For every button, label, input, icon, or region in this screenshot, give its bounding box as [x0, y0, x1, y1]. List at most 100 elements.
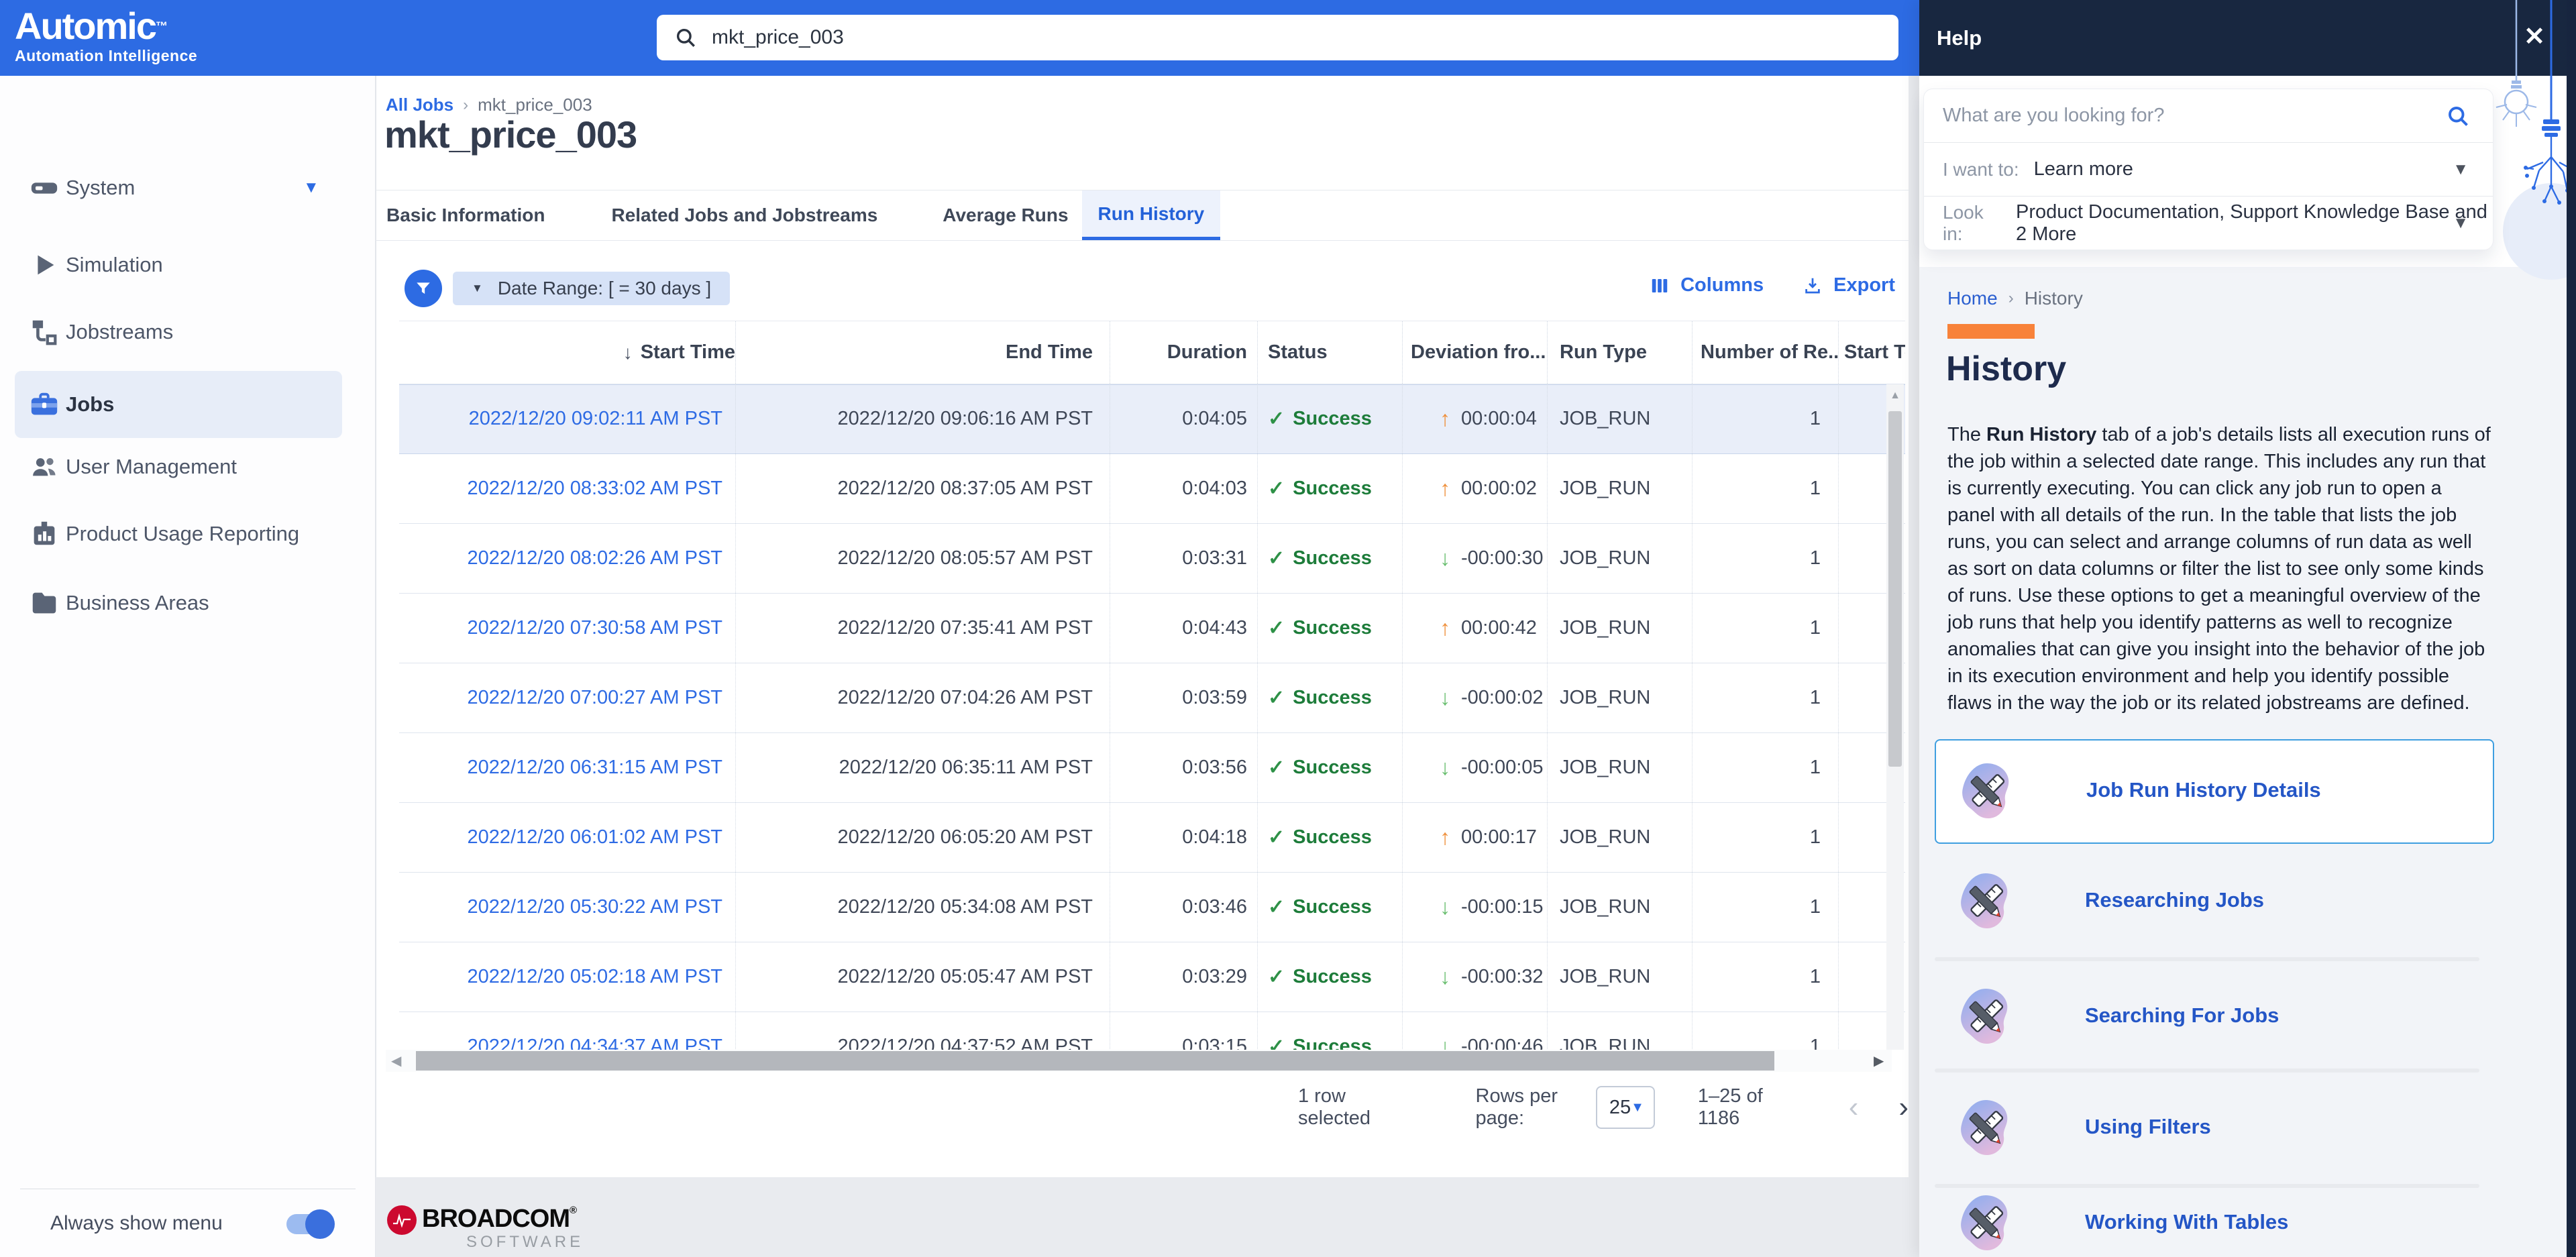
help-breadcrumb-home-link[interactable]: Home	[1947, 288, 1998, 309]
sidebar-item-system[interactable]: System ▼	[0, 154, 376, 221]
filter-chip-label: Date Range: [ = 30 days ]	[498, 278, 711, 299]
registered-symbol: ®	[570, 1205, 576, 1216]
table-row[interactable]: 2022/12/20 07:30:58 AM PST 2022/12/20 07…	[399, 594, 1905, 663]
run-deviation: ↓-00:00:05	[1403, 733, 1548, 802]
users-icon	[25, 448, 63, 486]
sidebar-item-simulation[interactable]: Simulation	[0, 231, 376, 298]
sidebar-item-business-areas[interactable]: Business Areas	[0, 569, 376, 637]
help-link-label[interactable]: Working With Tables	[2085, 1210, 2288, 1234]
horizontal-scrollbar-thumb[interactable]	[416, 1051, 1774, 1071]
global-search[interactable]	[657, 15, 1898, 60]
run-start-time-link[interactable]: 2022/12/20 06:01:02 AM PST	[468, 826, 723, 849]
column-header-duration[interactable]: Duration	[1110, 321, 1258, 384]
help-panel-title: Help	[1937, 26, 1982, 50]
tab-run-history[interactable]: Run History	[1082, 190, 1221, 240]
table-row[interactable]: 2022/12/20 06:01:02 AM PST 2022/12/20 06…	[399, 803, 1905, 873]
table-row[interactable]: 2022/12/20 07:00:27 AM PST 2022/12/20 07…	[399, 663, 1905, 733]
previous-page-button[interactable]: ‹	[1849, 1091, 1859, 1124]
column-header-run-type[interactable]: Run Type	[1548, 321, 1693, 384]
success-check-icon: ✓	[1268, 756, 1285, 779]
help-link-item[interactable]: Job Run History Details	[1935, 739, 2494, 844]
sidebar-item-user-management[interactable]: User Management	[0, 433, 376, 500]
table-row[interactable]: 2022/12/20 08:02:26 AM PST 2022/12/20 08…	[399, 524, 1905, 594]
help-want-dropdown[interactable]: I want to: Learn more ▼	[1924, 143, 2493, 197]
help-link-item[interactable]: Working With Tables	[1935, 1190, 2494, 1257]
run-duration: 0:04:18	[1110, 803, 1258, 872]
run-deviation: ↓-00:00:02	[1403, 663, 1548, 732]
export-button[interactable]: Export	[1803, 274, 1895, 296]
global-search-input[interactable]	[712, 26, 1785, 49]
help-scrollbar-track[interactable]	[2567, 0, 2576, 1257]
sidebar-item-label: Simulation	[66, 253, 163, 277]
help-search-card: I want to: Learn more ▼ Look in: Product…	[1923, 89, 2493, 250]
tab-basic-information[interactable]: Basic Information	[386, 190, 545, 240]
column-header-status[interactable]: Status	[1258, 321, 1403, 384]
sidebar-item-jobstreams[interactable]: Jobstreams	[0, 298, 376, 366]
run-start-time-link[interactable]: 2022/12/20 08:02:26 AM PST	[468, 547, 723, 569]
rows-per-page-select[interactable]: 25 ▼	[1596, 1086, 1655, 1129]
always-show-menu-toggle[interactable]	[286, 1214, 331, 1234]
column-header-start-time[interactable]: ↓Start Time	[399, 321, 736, 384]
next-page-button[interactable]: ›	[1898, 1091, 1909, 1124]
run-start-time-link[interactable]: 2022/12/20 09:02:11 AM PST	[469, 408, 722, 430]
search-icon[interactable]	[2446, 104, 2470, 131]
table-row[interactable]: 2022/12/20 04:34:37 AM PST 2022/12/20 04…	[399, 1012, 1905, 1050]
run-type: JOB_RUN	[1548, 663, 1693, 732]
table-row[interactable]: 2022/12/20 05:02:18 AM PST 2022/12/20 05…	[399, 942, 1905, 1012]
pagination: 1 row selected Rows per page: 25 ▼ 1–25 …	[1298, 1079, 1909, 1136]
help-link-item[interactable]: Using Filters	[1935, 1075, 2494, 1182]
columns-button[interactable]: Columns	[1650, 274, 1764, 296]
sidebar-item-product-usage-reporting[interactable]: Product Usage Reporting	[0, 500, 376, 567]
chevron-down-icon[interactable]: ▼	[303, 178, 319, 197]
help-search-row[interactable]	[1924, 89, 2493, 143]
column-header-number-of-retries[interactable]: Number of Re...	[1693, 321, 1839, 384]
table-row[interactable]: 2022/12/20 05:30:22 AM PST 2022/12/20 05…	[399, 873, 1905, 942]
table-row[interactable]: 2022/12/20 08:33:02 AM PST 2022/12/20 08…	[399, 454, 1905, 524]
sort-desc-icon: ↓	[623, 342, 633, 364]
run-start-time-link[interactable]: 2022/12/20 04:34:37 AM PST	[468, 1036, 723, 1050]
tab-average-runs[interactable]: Average Runs	[943, 190, 1068, 240]
help-link-label[interactable]: Job Run History Details	[2086, 778, 2321, 802]
table-row[interactable]: 2022/12/20 06:31:15 AM PST 2022/12/20 06…	[399, 733, 1905, 803]
table-vertical-scrollbar[interactable]: ▲	[1886, 384, 1904, 1050]
vertical-scrollbar-thumb[interactable]	[1888, 411, 1902, 767]
success-check-icon: ✓	[1268, 895, 1285, 919]
scroll-up-arrow-icon[interactable]: ▲	[1886, 390, 1904, 402]
help-link-label[interactable]: Searching For Jobs	[2085, 1003, 2279, 1028]
chevron-down-icon: ▼	[2453, 214, 2469, 233]
help-link-label[interactable]: Using Filters	[2085, 1115, 2211, 1139]
run-deviation: ↓-00:00:30	[1403, 524, 1548, 593]
run-start-time-link[interactable]: 2022/12/20 05:30:22 AM PST	[468, 896, 723, 918]
run-start-time-link[interactable]: 2022/12/20 07:00:27 AM PST	[468, 687, 723, 709]
run-start-time-link[interactable]: 2022/12/20 06:31:15 AM PST	[468, 757, 723, 779]
column-header-start-tolerance[interactable]: Start To...	[1839, 321, 1905, 384]
run-duration: 0:04:43	[1110, 594, 1258, 663]
run-start-time-link[interactable]: 2022/12/20 05:02:18 AM PST	[468, 966, 723, 988]
tab-related-jobs-and-jobstreams[interactable]: Related Jobs and Jobstreams	[611, 190, 877, 240]
run-type: JOB_RUN	[1548, 384, 1693, 453]
rows-per-page-label: Rows per page:	[1476, 1085, 1584, 1130]
table-row[interactable]: 2022/12/20 09:02:11 AM PST 2022/12/20 09…	[399, 384, 1905, 454]
run-start-time-link[interactable]: 2022/12/20 07:30:58 AM PST	[468, 617, 723, 639]
help-lookin-dropdown[interactable]: Look in: Product Documentation, Support …	[1924, 197, 2493, 250]
scroll-right-arrow-icon[interactable]: ▶	[1874, 1052, 1884, 1069]
app-header: Automic™ Automation Intelligence	[0, 0, 1919, 76]
usage-report-icon	[25, 515, 63, 553]
run-start-time-link[interactable]: 2022/12/20 08:33:02 AM PST	[468, 478, 723, 500]
column-header-deviation[interactable]: Deviation fro...	[1403, 321, 1548, 384]
jobstreams-icon	[25, 313, 63, 351]
help-link-item[interactable]: Searching For Jobs	[1935, 963, 2494, 1071]
help-link-item[interactable]: Researching Jobs	[1935, 848, 2494, 955]
date-range-filter-chip[interactable]: ▼ Date Range: [ = 30 days ]	[453, 272, 730, 305]
success-check-icon: ✓	[1268, 616, 1285, 640]
sidebar-item-jobs[interactable]: Jobs	[15, 371, 342, 438]
columns-label: Columns	[1680, 274, 1764, 296]
table-horizontal-scrollbar[interactable]: ◀ ▶	[386, 1050, 1892, 1072]
filter-button[interactable]	[405, 270, 442, 307]
run-retries: 1	[1693, 454, 1839, 523]
toggle-knob	[305, 1209, 335, 1239]
column-header-end-time[interactable]: End Time	[736, 321, 1110, 384]
scroll-left-arrow-icon[interactable]: ◀	[391, 1052, 401, 1069]
help-search-input[interactable]	[1943, 105, 2399, 127]
help-link-label[interactable]: Researching Jobs	[2085, 888, 2264, 912]
